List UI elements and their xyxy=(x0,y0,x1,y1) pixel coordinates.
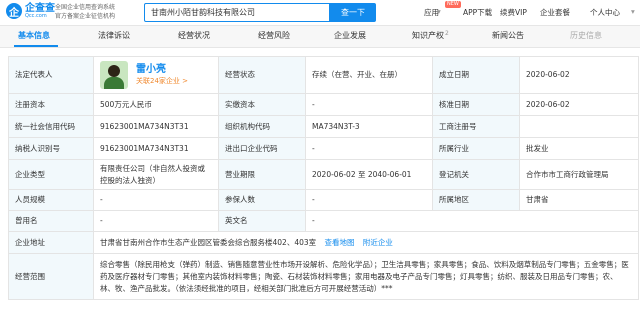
region-label: 所属地区 xyxy=(432,189,520,211)
import-export-value: - xyxy=(305,137,433,160)
tab-ip[interactable]: 知识产权2 xyxy=(412,30,449,41)
insured-value: - xyxy=(305,189,433,211)
status-label: 经营状态 xyxy=(218,56,306,94)
org-code-label: 组织机构代码 xyxy=(218,115,306,138)
tab-operations[interactable]: 经营状况 xyxy=(178,30,210,41)
logo-domain: Qcc.com xyxy=(25,12,47,19)
new-badge: NEW xyxy=(445,1,461,8)
avatar xyxy=(100,61,128,89)
staff-value: - xyxy=(93,189,219,211)
address-cell: 甘肃省甘南州合作市生态产业园区管委会综合服务楼402、403室 查看地图 附近企… xyxy=(93,231,639,254)
table-row: 经营范围 综合零售（除民用枪支（弹药）制造、销售随意营业性市场开设解析、危险化学… xyxy=(8,253,639,300)
table-row: 法定代表人 雷小亮 关联24家企业 > 经营状态 存续（在营、开业、在册） 成立… xyxy=(8,56,639,94)
approval-date-label: 核准日期 xyxy=(432,93,520,116)
nav-vip-renew[interactable]: 续费VIP xyxy=(500,7,527,18)
active-tab-indicator xyxy=(14,45,58,47)
nav-enterprise-plan[interactable]: 企业套餐 xyxy=(540,7,570,18)
search-input[interactable]: 甘南州小陌甘韵科技有限公司 xyxy=(144,3,330,22)
type-label: 企业类型 xyxy=(8,159,94,190)
reg-capital-label: 注册资本 xyxy=(8,93,94,116)
est-date-value: 2020-06-02 xyxy=(519,56,639,94)
logo-name: 企查查 xyxy=(25,2,55,14)
table-row: 企业地址 甘肃省甘南州合作市生态产业园区管委会综合服务楼402、403室 查看地… xyxy=(8,231,639,254)
tab-legal[interactable]: 法律诉讼 xyxy=(98,30,130,41)
table-row: 注册资本 500万元人民币 实缴资本 - 核准日期 2020-06-02 xyxy=(8,93,639,116)
chevron-down-icon: ▾ xyxy=(437,7,441,16)
former-name-value: - xyxy=(93,210,219,232)
status-value: 存续（在营、开业、在册） xyxy=(305,56,433,94)
table-row: 统一社会信用代码 91623001MA734N3T31 组织机构代码 MA734… xyxy=(8,115,639,138)
logo-icon: 企 xyxy=(6,3,22,19)
address-value: 甘肃省甘南州合作市生态产业园区管委会综合服务楼402、403室 xyxy=(100,237,317,247)
tab-basic-info[interactable]: 基本信息 xyxy=(18,30,50,41)
chevron-down-icon: ▾ xyxy=(631,7,635,16)
reg-authority-value: 合作市市工商行政管理局 xyxy=(519,159,639,190)
legal-rep-cell: 雷小亮 关联24家企业 > xyxy=(93,56,219,94)
import-export-label: 进出口企业代码 xyxy=(218,137,306,160)
tax-id-value: 91623001MA734N3T31 xyxy=(93,137,219,160)
legal-rep-name[interactable]: 雷小亮 xyxy=(136,63,188,76)
basic-info-table: 法定代表人 雷小亮 关联24家企业 > 经营状态 存续（在营、开业、在册） 成立… xyxy=(8,56,639,300)
table-row: 人员规模 - 参保人数 - 所属地区 甘肃省 xyxy=(8,189,639,211)
term-label: 营业期限 xyxy=(218,159,306,190)
english-name-label: 英文名 xyxy=(218,210,306,232)
legal-rep-label: 法定代表人 xyxy=(8,56,94,94)
slogan: 全国企业信用查询系统 官方备案企业征信机构 xyxy=(55,4,116,20)
staff-label: 人员规模 xyxy=(8,189,94,211)
former-name-label: 曾用名 xyxy=(8,210,94,232)
est-date-label: 成立日期 xyxy=(432,56,520,94)
credit-code-value: 91623001MA734N3T31 xyxy=(93,115,219,138)
view-map-link[interactable]: 查看地图 xyxy=(325,238,355,247)
approval-date-value: 2020-06-02 xyxy=(519,93,639,116)
english-name-value: - xyxy=(305,210,639,232)
top-header: 企 企查查 Qcc.com 全国企业信用查询系统 官方备案企业征信机构 甘南州小… xyxy=(0,0,640,26)
scope-value: 综合零售（除民用枪支（弹药）制造、销售随意营业性市场开设解析、危险化学品）；卫生… xyxy=(93,253,639,300)
tab-development[interactable]: 企业发展 xyxy=(334,30,366,41)
biz-reg-label: 工商注册号 xyxy=(432,115,520,138)
org-code-value: MA734N3T-3 xyxy=(305,115,433,138)
reg-capital-value: 500万元人民币 xyxy=(93,93,219,116)
term-value: 2020-06-02 至 2040-06-01 xyxy=(305,159,433,190)
scope-label: 经营范围 xyxy=(8,253,94,300)
logo[interactable]: 企 企查查 Qcc.com xyxy=(6,3,55,19)
tab-count: 2 xyxy=(445,30,449,37)
section-tabs: 基本信息 法律诉讼 经营状况 经营风险 企业发展 知识产权2 新闻公告 历史信息 xyxy=(0,26,640,48)
table-row: 曾用名 - 英文名 - xyxy=(8,210,639,232)
table-row: 纳税人识别号 91623001MA734N3T31 进出口企业代码 - 所属行业… xyxy=(8,137,639,160)
insured-label: 参保人数 xyxy=(218,189,306,211)
region-value: 甘肃省 xyxy=(519,189,639,211)
tax-id-label: 纳税人识别号 xyxy=(8,137,94,160)
reg-authority-label: 登记机关 xyxy=(432,159,520,190)
credit-code-label: 统一社会信用代码 xyxy=(8,115,94,138)
address-label: 企业地址 xyxy=(8,231,94,254)
paid-capital-label: 实缴资本 xyxy=(218,93,306,116)
nav-user-center[interactable]: 个人中心 xyxy=(590,7,620,18)
biz-reg-value xyxy=(519,115,639,138)
nav-app-download[interactable]: APP下载 xyxy=(463,7,492,18)
tab-history[interactable]: 历史信息 xyxy=(570,30,602,41)
industry-value: 批发业 xyxy=(519,137,639,160)
table-row: 企业类型 有限责任公司（非自然人投资或控股的法人独资） 营业期限 2020-06… xyxy=(8,159,639,190)
paid-capital-value: - xyxy=(305,93,433,116)
search-button[interactable]: 查一下 xyxy=(330,3,376,22)
industry-label: 所属行业 xyxy=(432,137,520,160)
tab-news[interactable]: 新闻公告 xyxy=(492,30,524,41)
type-value: 有限责任公司（非自然人投资或控股的法人独资） xyxy=(93,159,219,190)
tab-risk[interactable]: 经营风险 xyxy=(258,30,290,41)
related-companies-link[interactable]: 关联24家企业 > xyxy=(136,76,188,87)
nearby-companies-link[interactable]: 附近企业 xyxy=(363,238,393,247)
